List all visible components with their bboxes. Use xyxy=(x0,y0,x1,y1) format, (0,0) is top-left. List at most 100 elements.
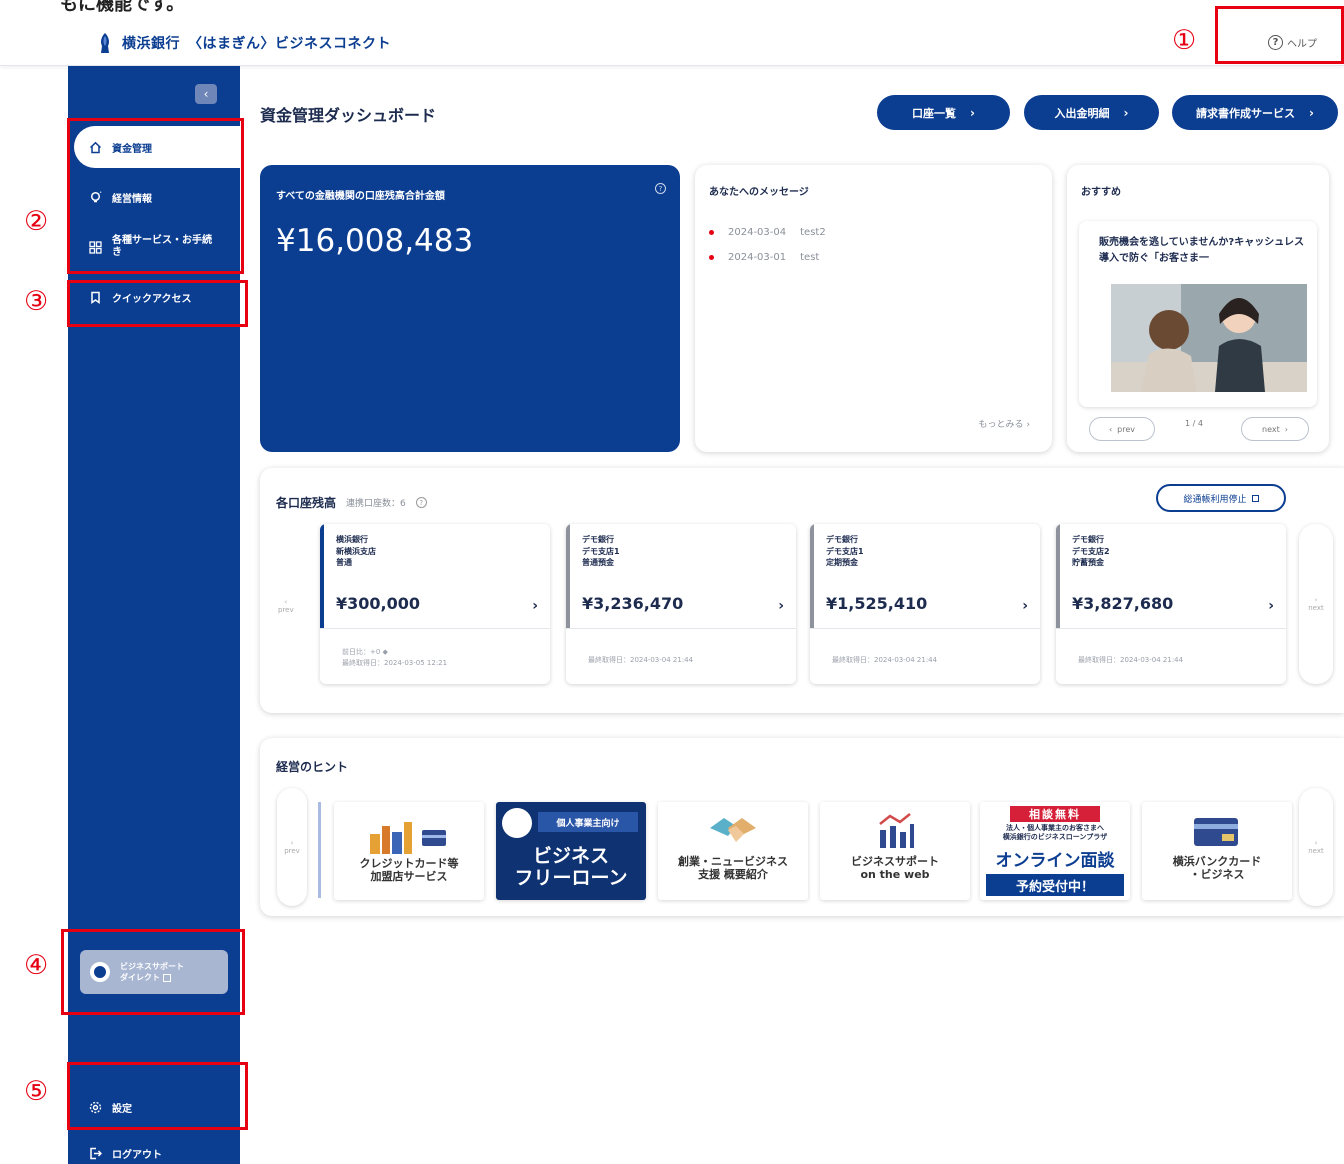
recommend-article[interactable]: 販売機会を逃していませんか?キャッシュレス導入で防ぐ「お客さま一 xyxy=(1079,221,1317,407)
more-messages-link[interactable]: もっとみる › xyxy=(979,417,1030,430)
credit-card-icon xyxy=(1194,818,1238,846)
service-name: 〈はまぎん〉ビジネスコネクト xyxy=(188,36,391,52)
message-date: 2024-03-04 xyxy=(728,227,787,238)
hints-prev-label: prev xyxy=(284,847,300,855)
message-item[interactable]: 2024-03-01 test xyxy=(709,252,819,263)
external-link-icon xyxy=(1251,494,1259,502)
message-item[interactable]: 2024-03-04 test2 xyxy=(709,227,826,238)
button-label: 請求書作成サービス xyxy=(1196,106,1296,120)
recommend-text: 販売機会を逃していませんか?キャッシュレス導入で防ぐ「お客さま一 xyxy=(1099,237,1305,264)
recommend-prev-label: prev xyxy=(1117,424,1136,434)
button-label: 口座一覧 xyxy=(912,106,957,120)
account-footer: 前日比：+0 ◆ 最終取得日：2024-03-05 12:21 xyxy=(320,628,550,684)
logout-icon xyxy=(88,1146,102,1160)
info-icon[interactable]: ? xyxy=(655,183,666,194)
account-bank: デモ銀行 xyxy=(826,535,858,544)
info-icon[interactable]: ? xyxy=(415,497,427,508)
account-bank: デモ銀行 xyxy=(1072,535,1104,544)
messages-title: あなたへのメッセージ xyxy=(709,187,809,198)
accounts-next-button[interactable]: › next xyxy=(1299,524,1333,684)
chevron-right-icon: › xyxy=(532,598,538,614)
chevron-right-icon: › xyxy=(1268,598,1274,614)
handshake-icon xyxy=(710,818,756,842)
invoice-service-button[interactable]: 請求書作成サービス › xyxy=(1172,95,1338,130)
account-branch: デモ支店2 xyxy=(1072,546,1110,556)
sidebar-item-logout[interactable]: ログアウト xyxy=(74,1132,240,1164)
account-card[interactable]: デモ銀行 デモ支店2 貯蓄預金 ¥3,827,680 › 最終取得日：2024-… xyxy=(1056,524,1286,684)
hint-tile-caption: ビジネスサポート on the web xyxy=(820,855,970,881)
stop-passbook-label: 総通帳利用停止 xyxy=(1183,494,1247,505)
account-meta: デモ銀行 デモ支店2 貯蓄預金 xyxy=(1072,534,1110,569)
annotation-box-5 xyxy=(67,1062,248,1130)
hint-tile-line1: ビジネスサポート xyxy=(851,855,939,868)
chevron-right-icon: › xyxy=(1314,839,1318,847)
hint-tile-line2: ・ビジネス xyxy=(1189,867,1245,881)
account-type: 貯蓄預金 xyxy=(1072,558,1104,568)
hint-tile-line2: 予約受付中！ xyxy=(986,874,1124,896)
chevron-right-icon: › xyxy=(1284,424,1288,434)
hint-tile-bank-card[interactable]: 横浜バンクカード ・ビジネス xyxy=(1142,802,1292,900)
transaction-detail-button[interactable]: 入出金明細 › xyxy=(1024,95,1159,130)
hints-divider xyxy=(318,802,321,898)
annotation-marker-2: ② xyxy=(24,206,49,237)
unread-dot-icon xyxy=(709,255,714,260)
annotation-box-1 xyxy=(1215,6,1344,64)
annotation-marker-4: ④ xyxy=(24,950,49,981)
hint-tile-free-loan[interactable]: 個人事業主向け ビジネス フリーローン xyxy=(496,802,646,900)
unread-dot-icon xyxy=(709,230,714,235)
recommend-prev-button[interactable]: ‹ prev xyxy=(1089,417,1155,441)
account-branch: デモ支店1 xyxy=(826,546,864,556)
chevron-left-icon: ‹ xyxy=(284,598,288,606)
hint-tile-caption: クレジットカード等 加盟店サービス xyxy=(334,857,484,883)
account-bank: 横浜銀行 xyxy=(336,535,368,544)
recommend-photo xyxy=(1111,284,1307,392)
linked-accounts-count: 連携口座数：6 xyxy=(346,499,406,509)
accounts-header: 各口座残高 連携口座数：6 ? xyxy=(276,494,427,511)
annotation-marker-1: ① xyxy=(1172,25,1197,56)
hint-tile-sub2: 横浜銀行のビジネスローンプラザ xyxy=(1002,833,1108,842)
recommend-next-button[interactable]: next › xyxy=(1241,417,1309,441)
hint-tile-line2: on the web xyxy=(860,867,930,881)
annotation-marker-5: ⑤ xyxy=(24,1076,49,1107)
account-card[interactable]: 横浜銀行 新横浜支店 普通 ¥300,000 › 前日比：+0 ◆ 最終取得日：… xyxy=(320,524,550,684)
chevron-right-icon: › xyxy=(778,598,784,614)
recommend-page-indicator: 1 / 4 xyxy=(1185,419,1203,428)
chevron-left-icon: ‹ xyxy=(290,839,294,847)
account-bank: デモ銀行 xyxy=(582,535,614,544)
account-balance: ¥300,000 xyxy=(336,594,421,613)
bank-logo[interactable]: 横浜銀行 〈はまぎん〉ビジネスコネクト xyxy=(96,32,391,54)
recommend-next-label: next xyxy=(1262,424,1280,434)
hint-tile-line2: 加盟店サービス xyxy=(370,869,448,883)
accounts-prev-button[interactable]: ‹ prev xyxy=(278,598,294,614)
recommend-card: おすすめ 販売機会を逃していませんか?キャッシュレス導入で防ぐ「お客さま一 ‹ p… xyxy=(1067,165,1329,452)
bank-logo-icon xyxy=(101,33,109,53)
hint-tile-caption: ビジネス フリーローン xyxy=(496,845,646,890)
hints-next-button[interactable]: › next xyxy=(1299,788,1333,906)
account-list-button[interactable]: 口座一覧 › xyxy=(877,95,1010,130)
hint-tile-line1: 創業・ニュービジネス xyxy=(678,855,788,868)
account-card-accent xyxy=(810,524,814,628)
sidebar-collapse-button[interactable]: ‹ xyxy=(195,84,217,104)
account-branch: デモ支店1 xyxy=(582,546,620,556)
hint-tile-business-support-web[interactable]: ビジネスサポート on the web xyxy=(820,802,970,900)
hints-prev-button[interactable]: ‹ prev xyxy=(277,788,307,906)
hint-tile-online-consult[interactable]: 相談無料 法人・個人事業主のお客さまへ 横浜銀行のビジネスローンプラザ オンライ… xyxy=(980,802,1130,900)
account-type: 定期預金 xyxy=(826,558,858,568)
annotation-box-4 xyxy=(61,929,245,1015)
recommend-title: おすすめ xyxy=(1081,187,1121,198)
account-card[interactable]: デモ銀行 デモ支店1 定期預金 ¥1,525,410 › 最終取得日：2024-… xyxy=(810,524,1040,684)
stop-passbook-button[interactable]: 総通帳利用停止 xyxy=(1156,484,1286,512)
shops-icon xyxy=(370,822,446,854)
annotation-marker-3: ③ xyxy=(24,286,49,317)
hint-tile-caption: 横浜バンクカード ・ビジネス xyxy=(1142,855,1292,881)
hint-tile-credit-card[interactable]: クレジットカード等 加盟店サービス xyxy=(334,802,484,900)
bar-chart-icon xyxy=(879,813,914,848)
account-updated: 最終取得日：2024-03-04 21:44 xyxy=(832,656,938,664)
hint-tile-top: 相談無料 xyxy=(1010,806,1100,822)
badge-icon xyxy=(502,808,532,838)
message-text: test2 xyxy=(800,227,826,238)
hint-tile-new-business[interactable]: 創業・ニュービジネス 支援 概要紹介 xyxy=(658,802,808,900)
account-card[interactable]: デモ銀行 デモ支店1 普通預金 ¥3,236,470 › 最終取得日：2024-… xyxy=(566,524,796,684)
account-meta: デモ銀行 デモ支店1 定期預金 xyxy=(826,534,864,569)
hint-tile-sub: 法人・個人事業主のお客さまへ 横浜銀行のビジネスローンプラザ xyxy=(980,824,1130,842)
